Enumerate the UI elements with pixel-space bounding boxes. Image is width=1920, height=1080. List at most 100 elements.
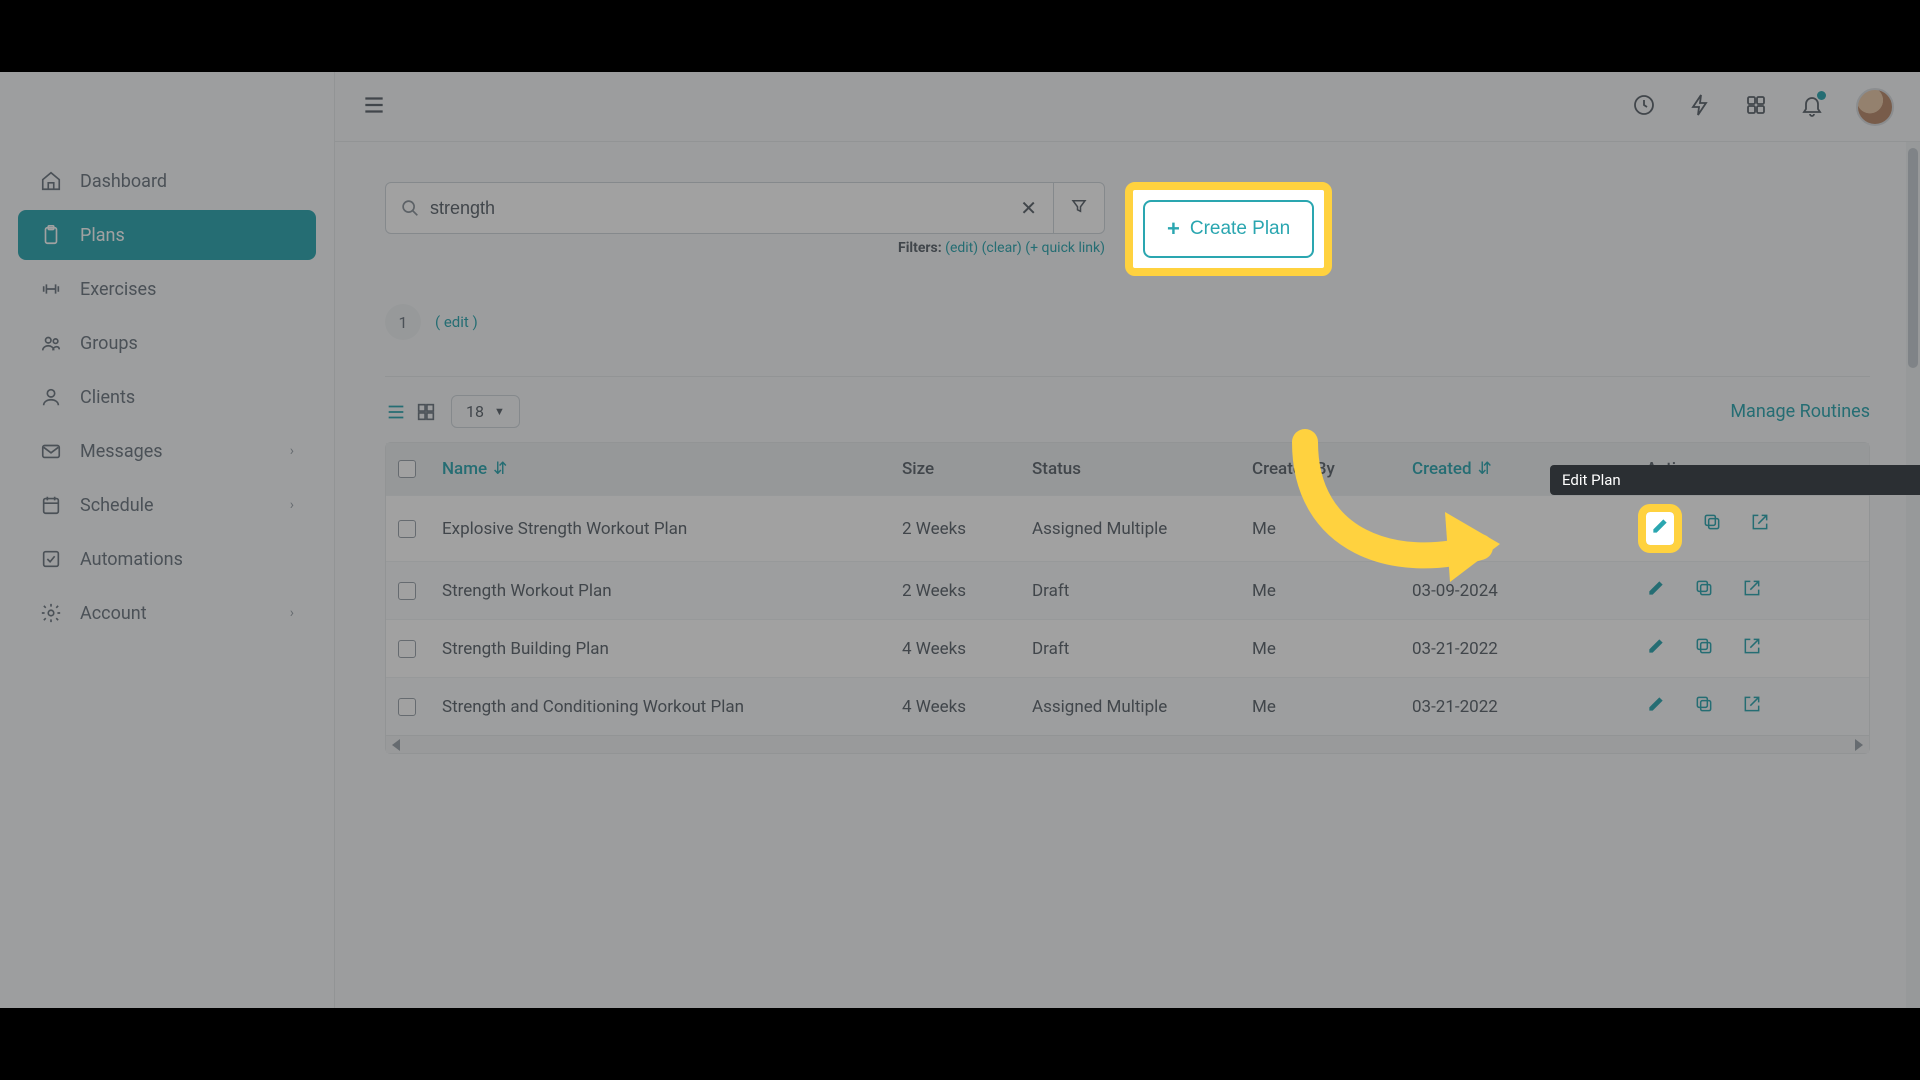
filters-quicklink[interactable]: (+ quick link) bbox=[1025, 240, 1105, 256]
table-row: Strength Building Plan4 WeeksDraftMe03-2… bbox=[386, 619, 1869, 677]
sidebar-item-groups[interactable]: Groups bbox=[18, 318, 316, 368]
copy-plan-icon[interactable] bbox=[1694, 636, 1714, 661]
edit-plan-icon[interactable] bbox=[1646, 694, 1666, 719]
edit-plan-icon[interactable] bbox=[1646, 578, 1666, 603]
table-row: Strength and Conditioning Workout Plan4 … bbox=[386, 677, 1869, 735]
open-plan-icon[interactable] bbox=[1742, 636, 1762, 661]
create-plan-highlight: + Create Plan bbox=[1125, 182, 1332, 276]
page-size-select[interactable]: 18 ▼ bbox=[451, 395, 520, 428]
open-plan-icon[interactable] bbox=[1750, 512, 1770, 545]
edit-plan-icon[interactable] bbox=[1650, 521, 1670, 541]
chevron-right-icon: › bbox=[290, 605, 294, 621]
row-checkbox[interactable] bbox=[398, 640, 416, 658]
dumbbell-icon bbox=[40, 278, 62, 300]
cell-actions bbox=[1582, 694, 1857, 719]
calendar-icon bbox=[40, 494, 62, 516]
users-icon bbox=[40, 332, 62, 354]
pagination-edit-link[interactable]: ( edit ) bbox=[435, 313, 478, 331]
copy-plan-icon[interactable] bbox=[1694, 578, 1714, 603]
cell-name: Strength Building Plan bbox=[442, 639, 902, 659]
search-box: ✕ bbox=[385, 182, 1105, 234]
clock-icon[interactable] bbox=[1632, 93, 1656, 121]
filters-clear-link[interactable]: (clear) bbox=[982, 240, 1022, 256]
table-row: Strength Workout Plan2 WeeksDraftMe03-09… bbox=[386, 561, 1869, 619]
chevron-right-icon: › bbox=[290, 497, 294, 513]
hamburger-icon[interactable] bbox=[361, 92, 387, 122]
sidebar-item-label: Account bbox=[80, 603, 147, 624]
sidebar-item-label: Exercises bbox=[80, 279, 156, 300]
sidebar-item-label: Groups bbox=[80, 333, 138, 354]
cell-name: Explosive Strength Workout Plan bbox=[442, 519, 902, 539]
sidebar-item-plans[interactable]: Plans bbox=[18, 210, 316, 260]
sidebar-item-label: Dashboard bbox=[80, 171, 167, 192]
row-checkbox[interactable] bbox=[398, 698, 416, 716]
search-icon bbox=[399, 197, 421, 219]
grid-view-icon[interactable] bbox=[415, 401, 437, 423]
clear-search-icon[interactable]: ✕ bbox=[1004, 196, 1053, 220]
cell-actions bbox=[1582, 578, 1857, 603]
sidebar-item-label: Messages bbox=[80, 441, 163, 462]
select-all-checkbox[interactable] bbox=[398, 460, 416, 478]
topbar bbox=[335, 72, 1920, 142]
sort-icon: ⇵ bbox=[493, 459, 507, 479]
cell-created-by: Me bbox=[1252, 639, 1412, 659]
filter-button[interactable] bbox=[1053, 183, 1104, 233]
table-row: Explosive Strength Workout Plan2 WeeksAs… bbox=[386, 495, 1869, 561]
sidebar-item-messages[interactable]: Messages › bbox=[18, 426, 316, 476]
sidebar-item-account[interactable]: Account › bbox=[18, 588, 316, 638]
page-number[interactable]: 1 bbox=[385, 304, 421, 340]
cell-size: 2 Weeks bbox=[902, 519, 1032, 539]
avatar[interactable] bbox=[1856, 88, 1894, 126]
sidebar-item-label: Automations bbox=[80, 549, 183, 570]
home-icon bbox=[40, 170, 62, 192]
bell-icon[interactable] bbox=[1800, 93, 1824, 121]
table-toolbar: 18 ▼ Manage Routines bbox=[385, 376, 1870, 428]
cell-actions bbox=[1582, 636, 1857, 661]
cell-created-by: Me bbox=[1252, 581, 1412, 601]
list-view-icon[interactable] bbox=[385, 401, 407, 423]
col-size: Size bbox=[902, 459, 1032, 479]
cell-status: Draft bbox=[1032, 581, 1252, 601]
col-name[interactable]: Name⇵ bbox=[442, 459, 902, 479]
create-plan-button[interactable]: + Create Plan bbox=[1143, 200, 1314, 258]
sidebar-item-label: Clients bbox=[80, 387, 135, 408]
scrollbar-vertical[interactable] bbox=[1906, 142, 1920, 1008]
caret-down-icon: ▼ bbox=[494, 405, 505, 418]
cell-status: Assigned Multiple bbox=[1032, 697, 1252, 717]
open-plan-icon[interactable] bbox=[1742, 694, 1762, 719]
cell-created-by: Me bbox=[1252, 697, 1412, 717]
cell-created: 03-09-2024 bbox=[1412, 581, 1582, 601]
open-plan-icon[interactable] bbox=[1742, 578, 1762, 603]
sidebar-item-exercises[interactable]: Exercises bbox=[18, 264, 316, 314]
manage-routines-link[interactable]: Manage Routines bbox=[1730, 401, 1870, 422]
apps-icon[interactable] bbox=[1744, 93, 1768, 121]
scrollbar-horizontal[interactable] bbox=[386, 735, 1869, 753]
sidebar: Dashboard Plans Exercises Groups Clients… bbox=[0, 72, 335, 1008]
col-status: Status bbox=[1032, 459, 1252, 479]
lightning-icon[interactable] bbox=[1688, 93, 1712, 121]
cell-status: Draft bbox=[1032, 639, 1252, 659]
sidebar-item-automations[interactable]: Automations bbox=[18, 534, 316, 584]
cell-name: Strength Workout Plan bbox=[442, 581, 902, 601]
filters-line: Filters: (edit) (clear) (+ quick link) bbox=[385, 240, 1105, 256]
check-square-icon bbox=[40, 548, 62, 570]
edit-plan-tooltip: Edit Plan bbox=[1550, 465, 1920, 495]
plus-icon: + bbox=[1167, 216, 1180, 242]
sidebar-item-clients[interactable]: Clients bbox=[18, 372, 316, 422]
edit-plan-icon[interactable] bbox=[1646, 636, 1666, 661]
copy-plan-icon[interactable] bbox=[1694, 694, 1714, 719]
sidebar-item-schedule[interactable]: Schedule › bbox=[18, 480, 316, 530]
search-input[interactable] bbox=[386, 184, 1004, 233]
scrollbar-thumb[interactable] bbox=[1908, 148, 1918, 368]
pagination: 1 ( edit ) bbox=[385, 304, 1870, 340]
create-plan-label: Create Plan bbox=[1190, 218, 1290, 240]
sidebar-item-dashboard[interactable]: Dashboard bbox=[18, 156, 316, 206]
copy-plan-icon[interactable] bbox=[1702, 512, 1722, 545]
row-checkbox[interactable] bbox=[398, 520, 416, 538]
cell-name: Strength and Conditioning Workout Plan bbox=[442, 697, 902, 717]
row-checkbox[interactable] bbox=[398, 582, 416, 600]
edit-plan-highlight bbox=[1646, 512, 1674, 545]
main-area: ✕ Filters: (edit) (clear) (+ quick link)… bbox=[335, 72, 1920, 1008]
app-window: Dashboard Plans Exercises Groups Clients… bbox=[0, 72, 1920, 1008]
filters-edit-link[interactable]: (edit) bbox=[945, 240, 978, 256]
